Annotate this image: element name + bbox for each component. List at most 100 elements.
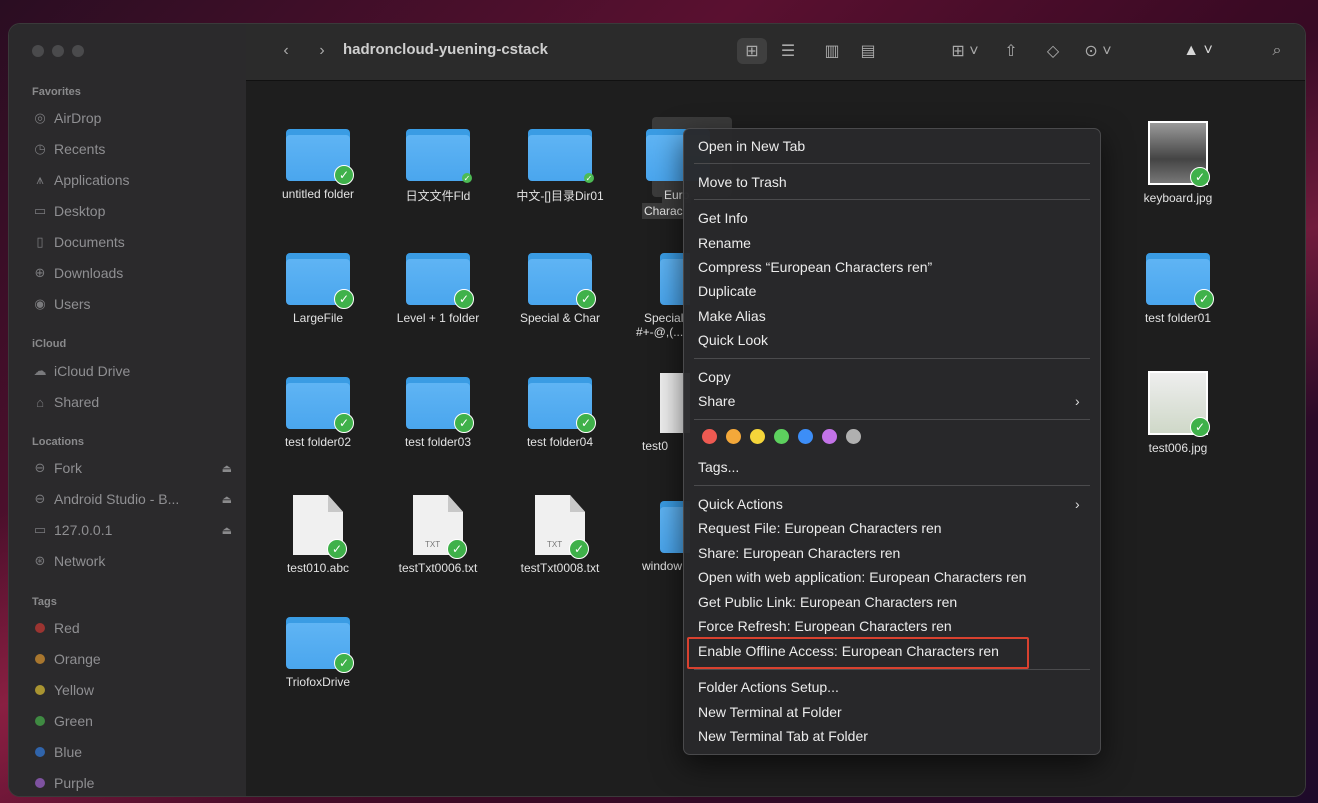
tag-icon[interactable]: ◇: [1040, 38, 1066, 64]
sidebar-tag-yellow[interactable]: Yellow: [32, 679, 232, 701]
network-icon: ⊛: [34, 553, 46, 568]
sidebar-tag-orange[interactable]: Orange: [32, 648, 232, 670]
sidebar-item-fork[interactable]: ⊖ Fork ⏏: [32, 457, 232, 479]
file-item[interactable]: ✓ Level + 1 folder: [378, 253, 498, 325]
file-item[interactable]: ✓ TriofoxDrive: [258, 617, 378, 689]
tag-blue-dot[interactable]: [798, 429, 813, 444]
menu-item-new-terminal[interactable]: New Terminal at Folder: [698, 702, 842, 722]
menu-item-open-web-app[interactable]: Open with web application: European Char…: [698, 567, 1026, 587]
tag-red-dot[interactable]: [702, 429, 717, 444]
file-item[interactable]: ✓ test folder01: [1118, 253, 1238, 325]
tag-yellow-dot[interactable]: [750, 429, 765, 444]
file-item[interactable]: ✓ LargeFile: [258, 253, 378, 325]
text-file-icon: TXT ✓: [535, 495, 589, 559]
icon-view-icon[interactable]: ⊞: [737, 38, 767, 64]
sidebar-tag-red[interactable]: Red: [32, 617, 232, 639]
menu-item-folder-actions-setup[interactable]: Folder Actions Setup...: [698, 677, 839, 697]
file-item[interactable]: ✓ Special & Char: [500, 253, 620, 325]
sidebar-item-applications[interactable]: ⩚ Applications: [32, 169, 232, 191]
sidebar-item-android-studio[interactable]: ⊖ Android Studio - B... ⏏: [32, 488, 232, 510]
drive-icon: ⊖: [34, 460, 46, 475]
menu-separator: [694, 199, 1090, 200]
file-item[interactable]: ✓ 中文-[]目录Dir01: [500, 129, 620, 204]
document-icon: ✓: [293, 495, 347, 559]
menu-item-enable-offline-access[interactable]: Enable Offline Access: European Characte…: [698, 641, 999, 661]
orange-tag-dot-icon: [35, 654, 45, 664]
file-item[interactable]: ✓ test folder03: [378, 377, 498, 449]
zoom-button[interactable]: [72, 45, 84, 57]
sidebar-item-users[interactable]: ◉ Users: [32, 293, 232, 315]
folder-icon: ✓: [1146, 253, 1214, 309]
menu-item-tags[interactable]: Tags...: [698, 457, 739, 477]
forward-icon[interactable]: ›: [312, 38, 332, 64]
group-menu-icon[interactable]: ⊞ ˅: [945, 38, 985, 64]
sidebar-item-recents[interactable]: ◷ Recents: [32, 138, 232, 160]
menu-item-quick-look[interactable]: Quick Look: [698, 330, 768, 350]
file-item[interactable]: TXT ✓ testTxt0006.txt: [378, 495, 498, 575]
file-item[interactable]: ✓ test006.jpg: [1118, 371, 1238, 455]
eject-icon[interactable]: ⏏: [222, 493, 232, 506]
sidebar-tag-green[interactable]: Green: [32, 710, 232, 732]
column-view-icon[interactable]: ▥: [817, 38, 847, 64]
tag-green-dot[interactable]: [774, 429, 789, 444]
more-actions-icon[interactable]: ⊙ ˅: [1078, 38, 1118, 64]
sidebar-tag-blue[interactable]: Blue: [32, 741, 232, 763]
sync-check-icon: ✓: [569, 539, 589, 559]
menu-item-share[interactable]: Share ›: [698, 391, 1088, 411]
file-item[interactable]: ✓ test folder02: [258, 377, 378, 449]
folder-icon: ✓: [406, 377, 474, 433]
eject-icon[interactable]: ⏏: [222, 524, 232, 537]
sidebar-item-desktop[interactable]: ▭ Desktop: [32, 200, 232, 222]
sidebar-item-localhost[interactable]: ▭ 127.0.0.1 ⏏: [32, 519, 232, 541]
menu-separator: [694, 358, 1090, 359]
menu-item-new-terminal-tab[interactable]: New Terminal Tab at Folder: [698, 726, 868, 746]
sidebar-item-shared[interactable]: ⌂ Shared: [32, 391, 232, 413]
download-icon: ⊕: [34, 265, 46, 280]
menu-item-move-to-trash[interactable]: Move to Trash: [698, 172, 787, 192]
menu-item-duplicate[interactable]: Duplicate: [698, 281, 756, 301]
sidebar-item-downloads[interactable]: ⊕ Downloads: [32, 262, 232, 284]
menu-item-make-alias[interactable]: Make Alias: [698, 306, 766, 326]
share-icon[interactable]: ⇧: [998, 38, 1024, 64]
sidebar-item-network[interactable]: ⊛ Network: [32, 550, 232, 572]
menu-item-rename[interactable]: Rename: [698, 233, 751, 253]
sidebar-item-icloud-drive[interactable]: ☁ iCloud Drive: [32, 360, 232, 382]
file-item[interactable]: ✓ untitled folder: [258, 129, 378, 201]
sync-check-icon: ✓: [334, 165, 354, 185]
file-item[interactable]: ✓ test folder04: [500, 377, 620, 449]
list-view-icon[interactable]: ☰: [773, 38, 803, 64]
sidebar-tag-purple[interactable]: Purple: [32, 772, 232, 794]
file-item[interactable]: ✓ 日文文件Fld: [378, 129, 498, 204]
sidebar-item-documents[interactable]: ▯ Documents: [32, 231, 232, 253]
window-controls: [32, 45, 84, 57]
file-item[interactable]: ✓ test010.abc: [258, 495, 378, 575]
tag-gray-dot[interactable]: [846, 429, 861, 444]
menu-item-get-public-link[interactable]: Get Public Link: European Characters ren: [698, 592, 957, 612]
finder-window: Favorites ◎ AirDrop ◷ Recents ⩚ Application…: [9, 24, 1305, 796]
menu-item-compress[interactable]: Compress “European Characters ren”: [698, 257, 932, 277]
sidebar-item-airdrop[interactable]: ◎ AirDrop: [32, 107, 232, 129]
back-icon[interactable]: ‹: [276, 38, 296, 64]
clock-icon: ◷: [34, 141, 46, 156]
tag-purple-dot[interactable]: [822, 429, 837, 444]
menu-separator: [694, 163, 1090, 164]
menu-item-open-new-tab[interactable]: Open in New Tab: [698, 136, 805, 156]
chevron-right-icon: ›: [1075, 393, 1080, 409]
search-icon[interactable]: ⌕: [1264, 38, 1290, 64]
menu-item-request-file[interactable]: Request File: European Characters ren: [698, 518, 942, 538]
menu-item-share-triofox[interactable]: Share: European Characters ren: [698, 543, 900, 563]
tag-orange-dot[interactable]: [726, 429, 741, 444]
menu-item-quick-actions[interactable]: Quick Actions ›: [698, 494, 1088, 514]
gallery-view-icon[interactable]: ▤: [853, 38, 883, 64]
file-item[interactable]: ✓ keyboard.jpg: [1118, 121, 1238, 205]
menu-item-get-info[interactable]: Get Info: [698, 208, 748, 228]
minimize-button[interactable]: [52, 45, 64, 57]
eject-icon[interactable]: ⏏: [222, 462, 232, 475]
menu-item-copy[interactable]: Copy: [698, 367, 731, 387]
folder-icon: ✓: [528, 129, 594, 183]
file-item[interactable]: TXT ✓ testTxt0008.txt: [500, 495, 620, 575]
close-button[interactable]: [32, 45, 44, 57]
context-menu: Open in New Tab Move to Trash Get Info R…: [683, 128, 1101, 755]
menu-item-force-refresh[interactable]: Force Refresh: European Characters ren: [698, 616, 952, 636]
warning-icon[interactable]: ▲ ˅: [1178, 38, 1218, 64]
